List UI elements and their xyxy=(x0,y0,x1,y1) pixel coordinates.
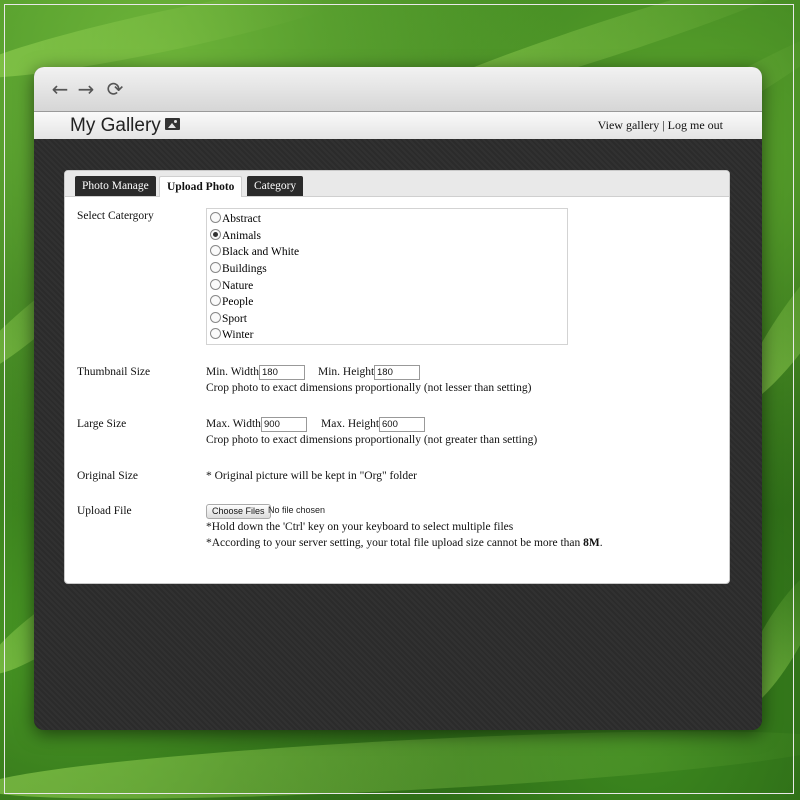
browser-window: ← → ⟳ My Gallery View gallery | Log me o… xyxy=(34,67,762,730)
radio-button-selected[interactable] xyxy=(210,229,221,240)
category-option-label: Buildings xyxy=(222,263,267,275)
reload-icon[interactable]: ⟳ xyxy=(104,78,126,100)
original-size-label: Original Size xyxy=(77,470,138,482)
upload-limit-text: *According to your server setting, your … xyxy=(206,537,581,549)
large-crop-note: Crop photo to exact dimensions proportio… xyxy=(206,434,538,446)
category-option[interactable]: Animals xyxy=(210,228,261,244)
radio-button[interactable] xyxy=(210,295,221,306)
radio-button[interactable] xyxy=(210,212,221,223)
category-option-label: People xyxy=(222,296,254,308)
logout-link[interactable]: Log me out xyxy=(668,118,723,132)
category-option[interactable]: Sport xyxy=(210,311,247,327)
min-height-input[interactable] xyxy=(374,365,420,380)
max-width-label: Max. Width xyxy=(206,418,261,430)
thumbnail-crop-note: Crop photo to exact dimensions proportio… xyxy=(206,382,532,394)
tab-bar: Photo Manage Upload Photo Category xyxy=(65,171,729,197)
file-status: No file chosen xyxy=(268,505,326,515)
upload-panel: Photo Manage Upload Photo Category Selec… xyxy=(64,170,730,584)
category-option[interactable]: People xyxy=(210,294,253,310)
category-option-label: Winter xyxy=(222,329,254,341)
radio-button[interactable] xyxy=(210,328,221,339)
choose-files-button[interactable]: Choose Files xyxy=(206,504,271,519)
large-size-label: Large Size xyxy=(77,418,127,430)
min-width-input[interactable] xyxy=(259,365,305,380)
original-note: * Original picture will be kept in "Org"… xyxy=(206,470,418,482)
upload-limit-period: . xyxy=(599,537,603,549)
max-height-input[interactable] xyxy=(379,417,425,432)
forward-arrow-icon[interactable]: → xyxy=(75,78,97,100)
category-option[interactable]: Abstract xyxy=(210,211,261,227)
category-option-label: Nature xyxy=(222,280,254,292)
radio-button[interactable] xyxy=(210,279,221,290)
min-width-label: Min. Width xyxy=(206,366,259,378)
view-gallery-link[interactable]: View gallery xyxy=(598,118,660,132)
site-title: My Gallery xyxy=(70,115,161,136)
category-option[interactable]: Nature xyxy=(210,278,253,294)
ctrl-hint: *Hold down the 'Ctrl' key on your keyboa… xyxy=(206,521,514,533)
upload-limit-value: 8M xyxy=(583,537,600,549)
category-option[interactable]: Buildings xyxy=(210,261,267,277)
select-category-label: Select Catergory xyxy=(77,210,154,222)
category-list: Abstract Animals Black and White Buildin… xyxy=(206,208,568,345)
category-option-label: Animals xyxy=(222,230,261,242)
back-arrow-icon[interactable]: ← xyxy=(49,78,71,100)
site-header: My Gallery View gallery | Log me out xyxy=(34,112,762,140)
radio-button[interactable] xyxy=(210,262,221,273)
radio-button[interactable] xyxy=(210,312,221,323)
category-option[interactable]: Winter xyxy=(210,327,253,343)
radio-button[interactable] xyxy=(210,245,221,256)
link-separator: | xyxy=(662,118,665,132)
upload-file-label: Upload File xyxy=(77,505,132,517)
browser-toolbar: ← → ⟳ xyxy=(34,67,762,112)
min-height-label: Min. Height xyxy=(318,366,375,378)
tab-upload-photo[interactable]: Upload Photo xyxy=(159,176,243,197)
tab-category[interactable]: Category xyxy=(247,176,304,196)
max-height-label: Max. Height xyxy=(321,418,380,430)
picture-icon xyxy=(165,118,180,130)
upload-limit-hint: *According to your server setting, your … xyxy=(206,537,603,549)
category-option-label: Sport xyxy=(222,313,247,325)
thumbnail-size-label: Thumbnail Size xyxy=(77,366,151,378)
tab-photo-manage[interactable]: Photo Manage xyxy=(75,176,156,196)
category-option-label: Abstract xyxy=(222,213,261,225)
category-option[interactable]: Black and White xyxy=(210,244,299,260)
max-width-input[interactable] xyxy=(261,417,307,432)
category-option-label: Black and White xyxy=(222,246,300,258)
header-links: View gallery | Log me out xyxy=(598,118,723,133)
